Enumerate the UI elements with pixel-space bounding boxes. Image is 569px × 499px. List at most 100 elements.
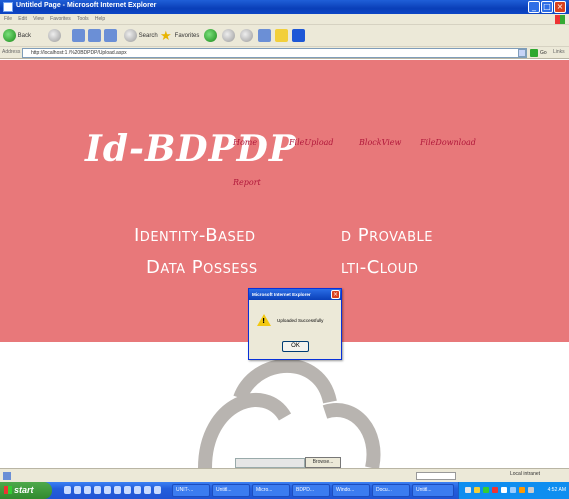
menu-bar: File Edit View Favorites Tools Help: [0, 14, 569, 25]
favorites-button[interactable]: ★ Favorites: [160, 28, 199, 44]
bluetooth-icon: [292, 28, 305, 42]
refresh-icon: [88, 28, 101, 42]
forward-arrow-icon: [48, 28, 61, 42]
cloud-graphic: [198, 359, 381, 468]
menu-help[interactable]: Help: [95, 14, 105, 25]
page-content: Id-BDPDP Home FileUpload BlockView FileD…: [0, 60, 569, 468]
favorites-star-icon: ★: [160, 27, 172, 43]
stop-button[interactable]: [72, 28, 85, 44]
site-logo[interactable]: Id-BDPDP: [85, 128, 297, 170]
nav-report[interactable]: Report: [233, 178, 261, 187]
headline-line1-left: Identity-Based: [134, 225, 256, 246]
bluetooth-button[interactable]: [292, 28, 305, 44]
clock: 4:52 AM: [547, 487, 566, 493]
links-button[interactable]: Links: [553, 49, 565, 55]
forward-button[interactable]: [48, 28, 61, 44]
quicklaunch-word-icon[interactable]: [114, 486, 121, 494]
title-bar: Untitled Page - Microsoft Internet Explo…: [0, 0, 569, 14]
close-button[interactable]: ×: [554, 1, 566, 13]
refresh-button[interactable]: [88, 28, 101, 44]
menu-favorites[interactable]: Favorites: [50, 14, 71, 25]
quicklaunch-excel-icon[interactable]: [124, 486, 131, 494]
go-button[interactable]: Go: [530, 48, 547, 58]
quicklaunch-misc-icon[interactable]: [154, 486, 161, 494]
menu-view[interactable]: View: [33, 14, 44, 25]
home-icon: [104, 28, 117, 42]
folder-button[interactable]: [275, 28, 288, 44]
taskbar-item[interactable]: BDPD...: [292, 484, 330, 497]
menu-edit[interactable]: Edit: [18, 14, 27, 25]
quicklaunch-db-icon[interactable]: [144, 486, 151, 494]
start-button[interactable]: start: [0, 482, 52, 499]
menu-tools[interactable]: Tools: [77, 14, 89, 25]
back-arrow-icon: [3, 28, 16, 42]
back-label: Back: [17, 33, 32, 39]
headline-line2-left: Data Possess: [146, 257, 258, 278]
favorites-label: Favorites: [174, 33, 200, 39]
search-button[interactable]: Search: [124, 28, 158, 44]
ie-icon: [3, 2, 13, 12]
tray-antivirus-icon[interactable]: [492, 487, 498, 493]
tray-misc2-icon[interactable]: [528, 487, 534, 493]
address-field[interactable]: http://localhost:1 /%20BDPDP/Upload.aspx: [22, 48, 527, 58]
nav-file-upload[interactable]: FileUpload: [289, 138, 334, 147]
dialog-title: Microsoft Internet Explorer: [249, 289, 341, 300]
back-button[interactable]: Back: [3, 28, 31, 44]
quicklaunch-mail-icon[interactable]: [104, 486, 111, 494]
address-dropdown-icon[interactable]: [518, 49, 526, 57]
menu-file[interactable]: File: [4, 14, 12, 25]
media-icon: [204, 28, 217, 42]
media-button[interactable]: [204, 28, 217, 44]
progress-bar: [416, 472, 456, 480]
taskbar: start UNIT-... Untitl... Micro... BDPD..…: [0, 482, 569, 499]
warning-icon: !: [257, 314, 271, 326]
mail-button[interactable]: [240, 28, 253, 44]
browse-button[interactable]: Browse...: [305, 457, 341, 468]
print-icon: [258, 28, 271, 42]
address-label: Address: [2, 49, 21, 55]
taskbar-item[interactable]: Untitl...: [212, 484, 250, 497]
tray-network-icon[interactable]: [465, 487, 471, 493]
quicklaunch-vs-icon[interactable]: [134, 486, 141, 494]
taskbar-item[interactable]: Docu...: [372, 484, 410, 497]
headline-line2-right: lti-Cloud: [341, 257, 419, 278]
taskbar-item[interactable]: Untitl...: [412, 484, 454, 497]
page-status-icon: [3, 472, 11, 480]
folder-icon: [275, 28, 288, 42]
tray-security-icon[interactable]: [474, 487, 480, 493]
file-path-input[interactable]: [235, 458, 305, 468]
windows-logo-icon: [555, 15, 565, 24]
taskbar-item[interactable]: Micro...: [252, 484, 290, 497]
window-title: Untitled Page - Microsoft Internet Explo…: [16, 2, 157, 9]
quicklaunch-media-icon[interactable]: [84, 486, 91, 494]
headline-line1-right: d Provable: [341, 225, 433, 246]
ok-button[interactable]: OK: [282, 341, 309, 352]
search-label: Search: [138, 33, 158, 39]
history-button[interactable]: [222, 28, 235, 44]
taskbar-item[interactable]: UNIT-...: [172, 484, 210, 497]
status-bar: Local intranet: [0, 468, 569, 482]
quicklaunch-explorer-icon[interactable]: [74, 486, 81, 494]
tray-volume-icon[interactable]: [501, 487, 507, 493]
quicklaunch-ie-icon[interactable]: [64, 486, 71, 494]
tray-misc-icon[interactable]: [519, 487, 525, 493]
taskbar-item[interactable]: Windo...: [332, 484, 370, 497]
tray-display-icon[interactable]: [510, 487, 516, 493]
mail-icon: [240, 28, 253, 42]
minimize-button[interactable]: _: [528, 1, 540, 13]
nav-home[interactable]: Home: [233, 138, 257, 147]
system-tray: 4:52 AM: [458, 482, 569, 499]
toolbar: Back Search ★ Favorites: [0, 25, 569, 47]
tray-update-icon[interactable]: [483, 487, 489, 493]
home-button[interactable]: [104, 28, 117, 44]
dialog-close-button[interactable]: ×: [331, 290, 340, 299]
nav-block-view[interactable]: BlockView: [359, 138, 401, 147]
nav-file-download[interactable]: FileDownload: [420, 138, 476, 147]
maximize-button[interactable]: □: [541, 1, 553, 13]
search-icon: [124, 28, 137, 42]
alert-dialog: Microsoft Internet Explorer × ! Uploaded…: [248, 288, 342, 360]
print-button[interactable]: [258, 28, 271, 44]
dialog-message: Uploaded Successfully: [277, 318, 324, 323]
address-bar: Address http://localhost:1 /%20BDPDP/Upl…: [0, 47, 569, 59]
quicklaunch-desktop-icon[interactable]: [94, 486, 101, 494]
